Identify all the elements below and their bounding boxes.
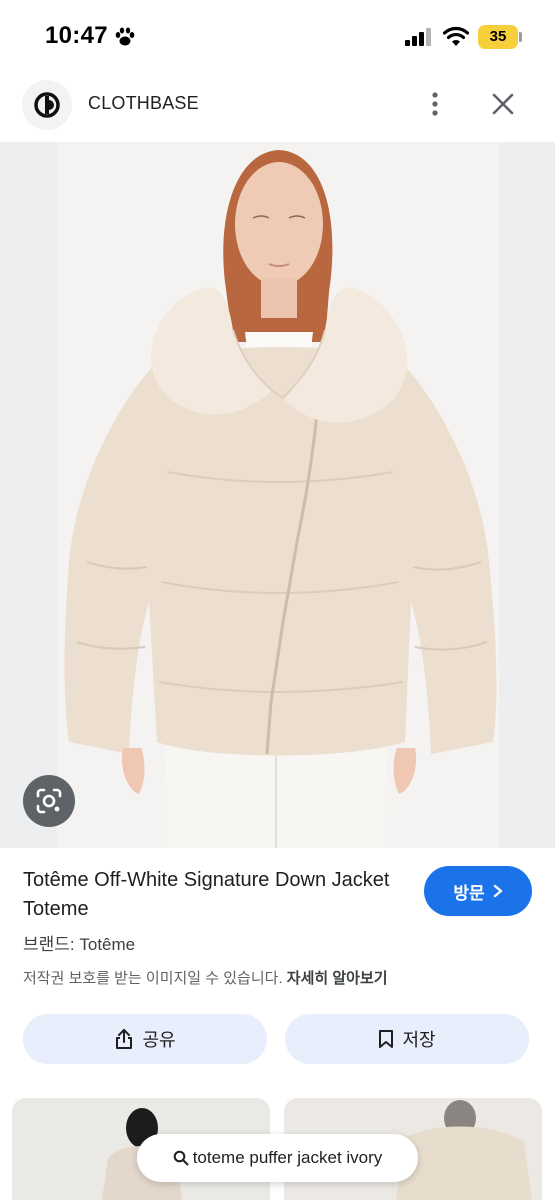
copyright-notice: 저작권 보호를 받는 이미지일 수 있습니다. 자세히 알아보기 <box>23 967 388 988</box>
lens-icon[interactable] <box>23 775 75 827</box>
search-icon <box>173 1150 189 1166</box>
bookmark-icon <box>379 1030 394 1048</box>
search-query-text: toteme puffer jacket ivory <box>192 1148 383 1167</box>
save-button[interactable]: 저장 <box>285 1014 529 1064</box>
chevron-right-icon <box>493 884 502 898</box>
save-label: 저장 <box>402 1030 436 1050</box>
visit-button[interactable]: 방문 <box>424 866 532 916</box>
wifi-icon <box>442 26 470 46</box>
battery-level: 35 <box>489 28 507 45</box>
close-icon[interactable] <box>486 87 520 121</box>
share-icon <box>116 1029 133 1049</box>
status-bar: 10:47 35 <box>0 0 555 72</box>
share-label: 공유 <box>142 1030 176 1050</box>
model-in-jacket-illustration <box>57 142 499 848</box>
signal-icon <box>405 28 431 46</box>
more-vert-icon[interactable] <box>420 86 450 122</box>
paw-icon <box>115 27 135 46</box>
site-header: CLOTHBASE <box>0 72 555 142</box>
search-query-chip[interactable]: toteme puffer jacket ivory <box>137 1134 418 1182</box>
status-time: 10:47 <box>45 22 108 49</box>
logo-mark <box>34 92 60 118</box>
product-title[interactable]: Totême Off-White Signature Down Jacket T… <box>23 866 403 924</box>
brand-line: 브랜드: Totême <box>23 935 136 954</box>
share-button[interactable]: 공유 <box>23 1014 267 1064</box>
battery-icon: 35 <box>478 25 518 49</box>
product-photo <box>57 142 499 848</box>
site-name[interactable]: CLOTHBASE <box>88 93 199 114</box>
clothbase-logo-icon[interactable] <box>22 80 72 130</box>
battery-tip <box>519 32 522 42</box>
copyright-text: 저작권 보호를 받는 이미지일 수 있습니다. <box>23 970 283 987</box>
learn-more-link[interactable]: 자세히 알아보기 <box>287 970 388 987</box>
visit-button-label: 방문 <box>453 883 485 903</box>
product-image-area[interactable] <box>0 142 555 848</box>
